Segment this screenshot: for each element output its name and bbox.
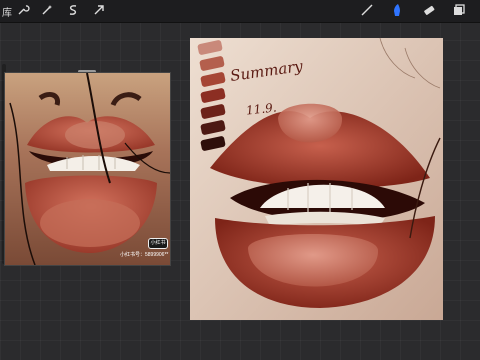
drawing-canvas[interactable] — [190, 38, 443, 320]
reference-watermark: 小红书号：5899906** — [120, 252, 169, 258]
layers-icon[interactable] — [452, 3, 466, 17]
lips-artwork — [190, 38, 443, 320]
gallery-button[interactable]: 库 — [2, 4, 12, 19]
smudge-icon[interactable] — [390, 3, 404, 17]
reference-photo-window[interactable] — [4, 72, 171, 266]
reference-logo-badge: 小红书 — [148, 238, 168, 249]
wrench-icon[interactable] — [16, 3, 30, 17]
eraser-icon[interactable] — [422, 3, 436, 17]
move-arrow-icon[interactable] — [92, 3, 106, 17]
brush-icon[interactable] — [360, 3, 374, 17]
magic-wand-icon[interactable] — [40, 3, 54, 17]
top-toolbar: 库 — [0, 0, 480, 23]
reference-photo — [5, 73, 170, 265]
selection-icon[interactable] — [66, 3, 80, 17]
